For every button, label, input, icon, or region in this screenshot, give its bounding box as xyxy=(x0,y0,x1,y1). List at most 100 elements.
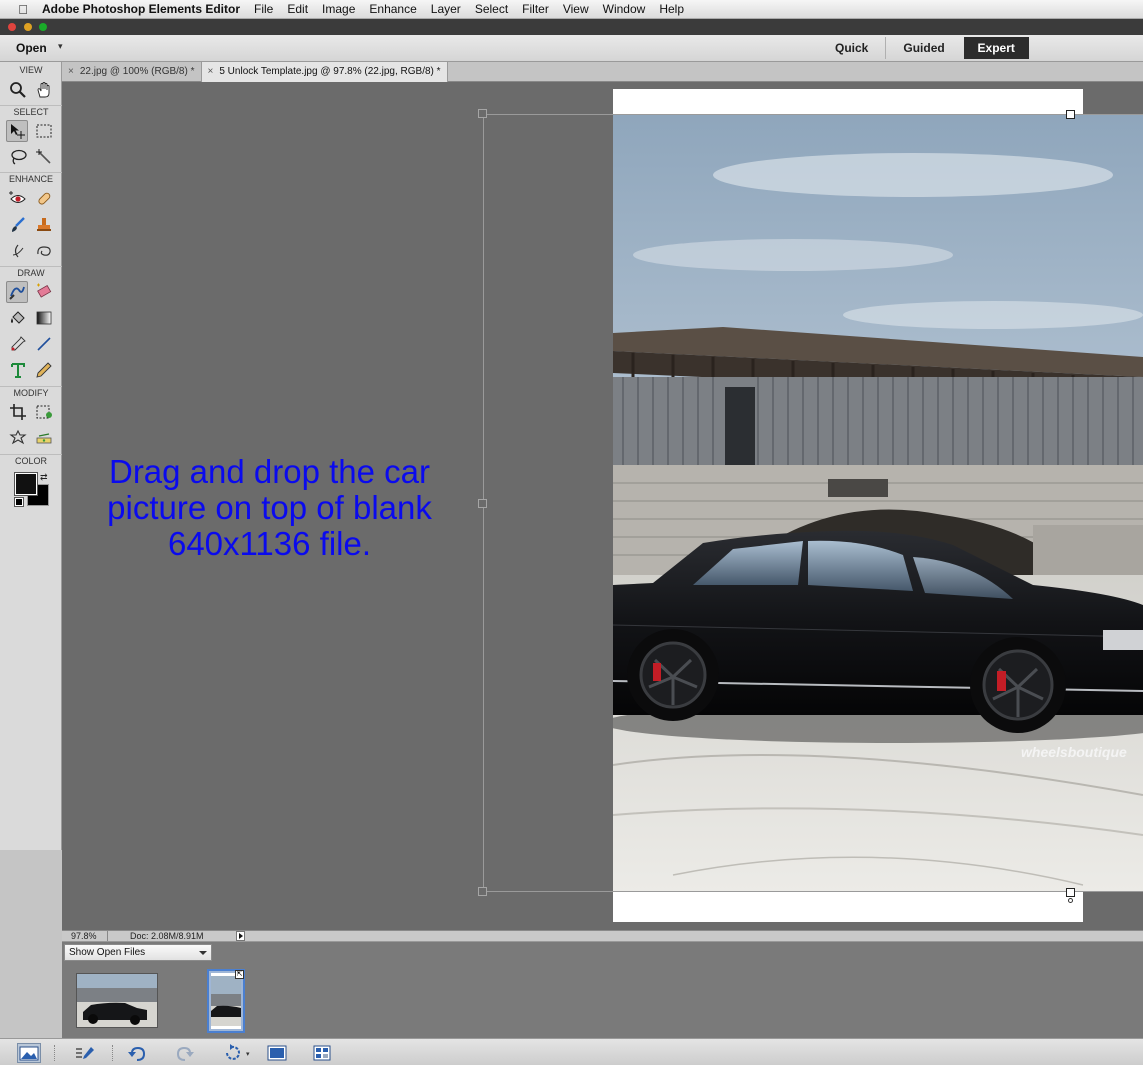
smart-brush-icon[interactable] xyxy=(7,214,29,236)
toolbox-options-area xyxy=(0,850,62,1038)
tab-22-jpg[interactable]: × 22.jpg @ 100% (RGB/8) * xyxy=(62,62,202,82)
hand-icon[interactable] xyxy=(33,79,55,101)
mac-menu-bar:  Adobe Photoshop Elements Editor File E… xyxy=(0,0,1143,19)
line-icon[interactable] xyxy=(33,333,55,355)
rotate-icon xyxy=(226,1044,240,1060)
eyedropper-icon[interactable] xyxy=(7,333,29,355)
mode-guided-button[interactable]: Guided xyxy=(886,37,961,59)
app-name-menu[interactable]: Adobe Photoshop Elements Editor xyxy=(42,2,240,16)
marquee-icon[interactable] xyxy=(33,120,55,142)
transform-handle-bottom-left[interactable] xyxy=(478,887,487,896)
doc-size-readout: Doc: 2.08M/8.91M xyxy=(107,931,237,941)
spot-healing-icon[interactable] xyxy=(33,188,55,210)
menu-filter[interactable]: Filter xyxy=(522,2,549,16)
layout-button[interactable] xyxy=(265,1043,289,1063)
car-photo-layer[interactable]: wheelsboutique xyxy=(613,115,1143,892)
transform-handle-top-right[interactable] xyxy=(1066,110,1075,119)
undo-button[interactable] xyxy=(125,1043,149,1063)
section-select-label: SELECT xyxy=(0,105,62,117)
edit-badge-icon: ⇱ xyxy=(235,970,244,979)
open-button[interactable]: Open xyxy=(16,41,47,55)
bottom-taskbar: ▾ xyxy=(0,1038,1143,1065)
menu-image[interactable]: Image xyxy=(322,2,355,16)
paint-bucket-icon[interactable] xyxy=(7,307,29,329)
tab-label: 22.jpg @ 100% (RGB/8) * xyxy=(79,66,195,77)
menu-help[interactable]: Help xyxy=(659,2,684,16)
lasso-icon[interactable] xyxy=(7,146,29,168)
car-photo-image: wheelsboutique xyxy=(613,115,1143,892)
tool-options-icon xyxy=(76,1047,94,1059)
canvas-area[interactable]: wheelsboutique Drag and drop the car pic… xyxy=(62,82,1143,930)
zoom-window-button[interactable] xyxy=(39,23,47,31)
mode-expert-button[interactable]: Expert xyxy=(963,37,1029,59)
menu-view[interactable]: View xyxy=(563,2,589,16)
brush-icon[interactable] xyxy=(6,281,28,303)
tab-unlock-template[interactable]: × 5 Unlock Template.jpg @ 97.8% (22.jpg, … xyxy=(201,62,448,82)
menu-file[interactable]: File xyxy=(254,2,273,16)
apple-icon[interactable]:  xyxy=(14,2,32,17)
window-title-strip xyxy=(0,19,1143,35)
cookie-cutter-icon[interactable] xyxy=(7,427,29,449)
open-dropdown-caret-icon[interactable]: ▾ xyxy=(58,41,63,52)
photo-bin-icon xyxy=(19,1046,39,1061)
layout-icon xyxy=(267,1045,287,1061)
mode-quick-button[interactable]: Quick xyxy=(818,37,887,59)
instruction-text: Drag and drop the car picture on top of … xyxy=(107,453,432,562)
organizer-icon xyxy=(313,1045,331,1061)
organizer-button[interactable] xyxy=(310,1043,334,1063)
mode-switcher: Quick Guided Expert xyxy=(818,37,1029,59)
photo-bin-toggle-button[interactable] xyxy=(17,1043,41,1063)
thumbnail-22-jpg[interactable] xyxy=(76,973,158,1028)
undo-icon xyxy=(128,1046,146,1061)
eraser-icon[interactable] xyxy=(33,281,55,303)
section-draw-label: DRAW xyxy=(0,266,62,278)
menu-select[interactable]: Select xyxy=(475,2,508,16)
recompose-icon[interactable] xyxy=(33,401,55,423)
pencil-icon[interactable] xyxy=(33,359,55,381)
status-menu-arrow-icon[interactable] xyxy=(236,931,245,941)
redo-button[interactable] xyxy=(173,1043,197,1063)
clone-stamp-icon[interactable] xyxy=(33,214,55,236)
close-tab-icon[interactable]: × xyxy=(208,66,214,77)
magic-wand-icon[interactable] xyxy=(33,146,55,168)
redo-icon xyxy=(176,1046,194,1061)
menu-enhance[interactable]: Enhance xyxy=(369,2,416,16)
rotate-dropdown-caret-icon[interactable]: ▾ xyxy=(246,1050,250,1058)
menu-layer[interactable]: Layer xyxy=(431,2,461,16)
gradient-icon[interactable] xyxy=(33,307,55,329)
rotate-button[interactable] xyxy=(220,1043,244,1063)
toolbox: VIEW SELECT ENHANCE DRAW MODIFY COLOR ⇄ xyxy=(0,62,62,1038)
zoom-icon[interactable] xyxy=(7,79,29,101)
close-tab-icon[interactable]: × xyxy=(68,66,74,77)
menu-window[interactable]: Window xyxy=(603,2,646,16)
thumbnail-unlock-template[interactable]: ⇱ xyxy=(207,969,245,1033)
show-open-files-label: Show Open Files xyxy=(69,947,146,958)
menu-edit[interactable]: Edit xyxy=(287,2,308,16)
crop-icon[interactable] xyxy=(7,401,29,423)
section-color-label: COLOR xyxy=(0,454,62,466)
move-icon[interactable] xyxy=(6,120,28,142)
foreground-color-swatch[interactable] xyxy=(14,472,38,496)
transform-handle-top-left[interactable] xyxy=(478,109,487,118)
taskbar-separator xyxy=(112,1045,113,1061)
sponge-icon[interactable] xyxy=(33,240,55,262)
tool-options-button[interactable] xyxy=(72,1043,96,1063)
default-colors-icon[interactable] xyxy=(14,497,24,507)
document-tabs: × 22.jpg @ 100% (RGB/8) * × 5 Unlock Templ… xyxy=(62,62,1143,82)
red-eye-icon[interactable] xyxy=(7,188,29,210)
photo-bin: Show Open Files ⇱ xyxy=(62,941,1143,1038)
blur-icon[interactable] xyxy=(7,240,29,262)
close-window-button[interactable] xyxy=(8,23,16,31)
transform-handle-mid-left[interactable] xyxy=(478,499,487,508)
minimize-window-button[interactable] xyxy=(24,23,32,31)
show-open-files-select[interactable]: Show Open Files xyxy=(64,944,212,961)
swap-colors-icon[interactable]: ⇄ xyxy=(40,472,48,483)
transform-handle-bottom-right[interactable] xyxy=(1066,888,1075,897)
taskbar-separator xyxy=(54,1045,55,1061)
top-bar: Open ▾ Quick Guided Expert xyxy=(0,35,1143,62)
rotate-handle-icon[interactable] xyxy=(1068,898,1073,903)
zoom-level-readout[interactable]: 97.8% xyxy=(71,931,97,941)
type-icon[interactable] xyxy=(7,359,29,381)
straighten-icon[interactable] xyxy=(33,427,55,449)
photo-watermark-text: wheelsboutique xyxy=(1021,744,1127,760)
